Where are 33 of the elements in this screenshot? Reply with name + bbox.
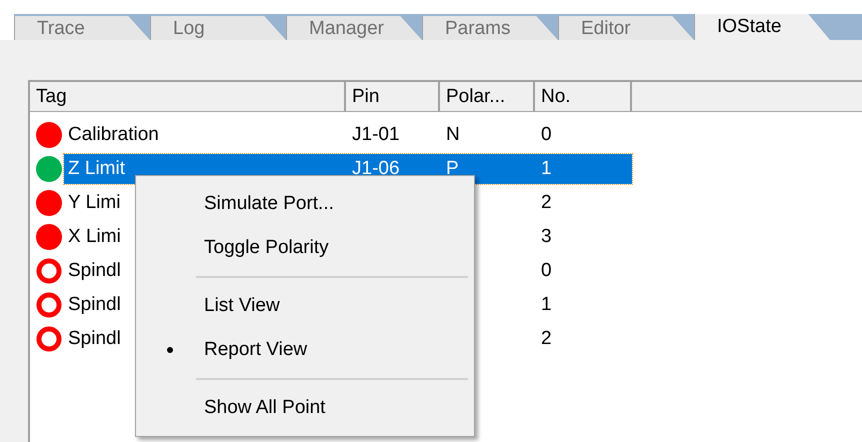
menu-label: Toggle Polarity	[204, 236, 329, 260]
tag-cell-text: Spindl	[68, 258, 121, 283]
menu-item[interactable]: Toggle Polarity	[136, 226, 474, 270]
tab[interactable]: Log	[150, 16, 286, 40]
menu-item[interactable]: List View	[136, 284, 474, 328]
menu-label: Report View	[204, 338, 308, 362]
table-row[interactable]: Calibration J1-01 N 0	[64, 120, 632, 150]
polarity-cell-text: N	[445, 122, 461, 147]
tab[interactable]: Manager	[286, 16, 422, 40]
column-header[interactable]: Polar...	[440, 82, 535, 111]
menu-item[interactable]: Show All Point	[136, 386, 474, 430]
column-header[interactable]: No.	[535, 82, 632, 111]
column-header[interactable]: Pin	[346, 82, 440, 111]
column-header[interactable]: Tag	[30, 82, 346, 111]
tag-cell-text: Calibration	[68, 122, 159, 147]
menu-item[interactable]: Report View	[136, 328, 474, 372]
tab[interactable]: IOState	[694, 14, 830, 40]
menu-label: Simulate Port...	[204, 192, 334, 216]
menu-item[interactable]: Simulate Port...	[136, 182, 474, 226]
pin-cell-text: J1-01	[351, 122, 401, 147]
tab[interactable]: Editor	[558, 16, 694, 40]
tag-cell-text: Z Limit	[68, 156, 125, 181]
number-cell-text: 0	[540, 122, 553, 147]
tab[interactable]: Params	[422, 16, 558, 40]
polarity-cell-text: P	[445, 156, 460, 181]
menu-label: List View	[204, 294, 280, 318]
number-cell-text: 3	[540, 224, 553, 249]
number-cell-text: 1	[540, 156, 553, 181]
tab[interactable]: Trace	[14, 16, 150, 40]
pin-cell-text: J1-06	[351, 156, 401, 181]
number-cell-text: 0	[540, 258, 553, 283]
menu-label: Show All Point	[204, 396, 326, 420]
tag-cell-text: X Limi	[68, 224, 121, 249]
